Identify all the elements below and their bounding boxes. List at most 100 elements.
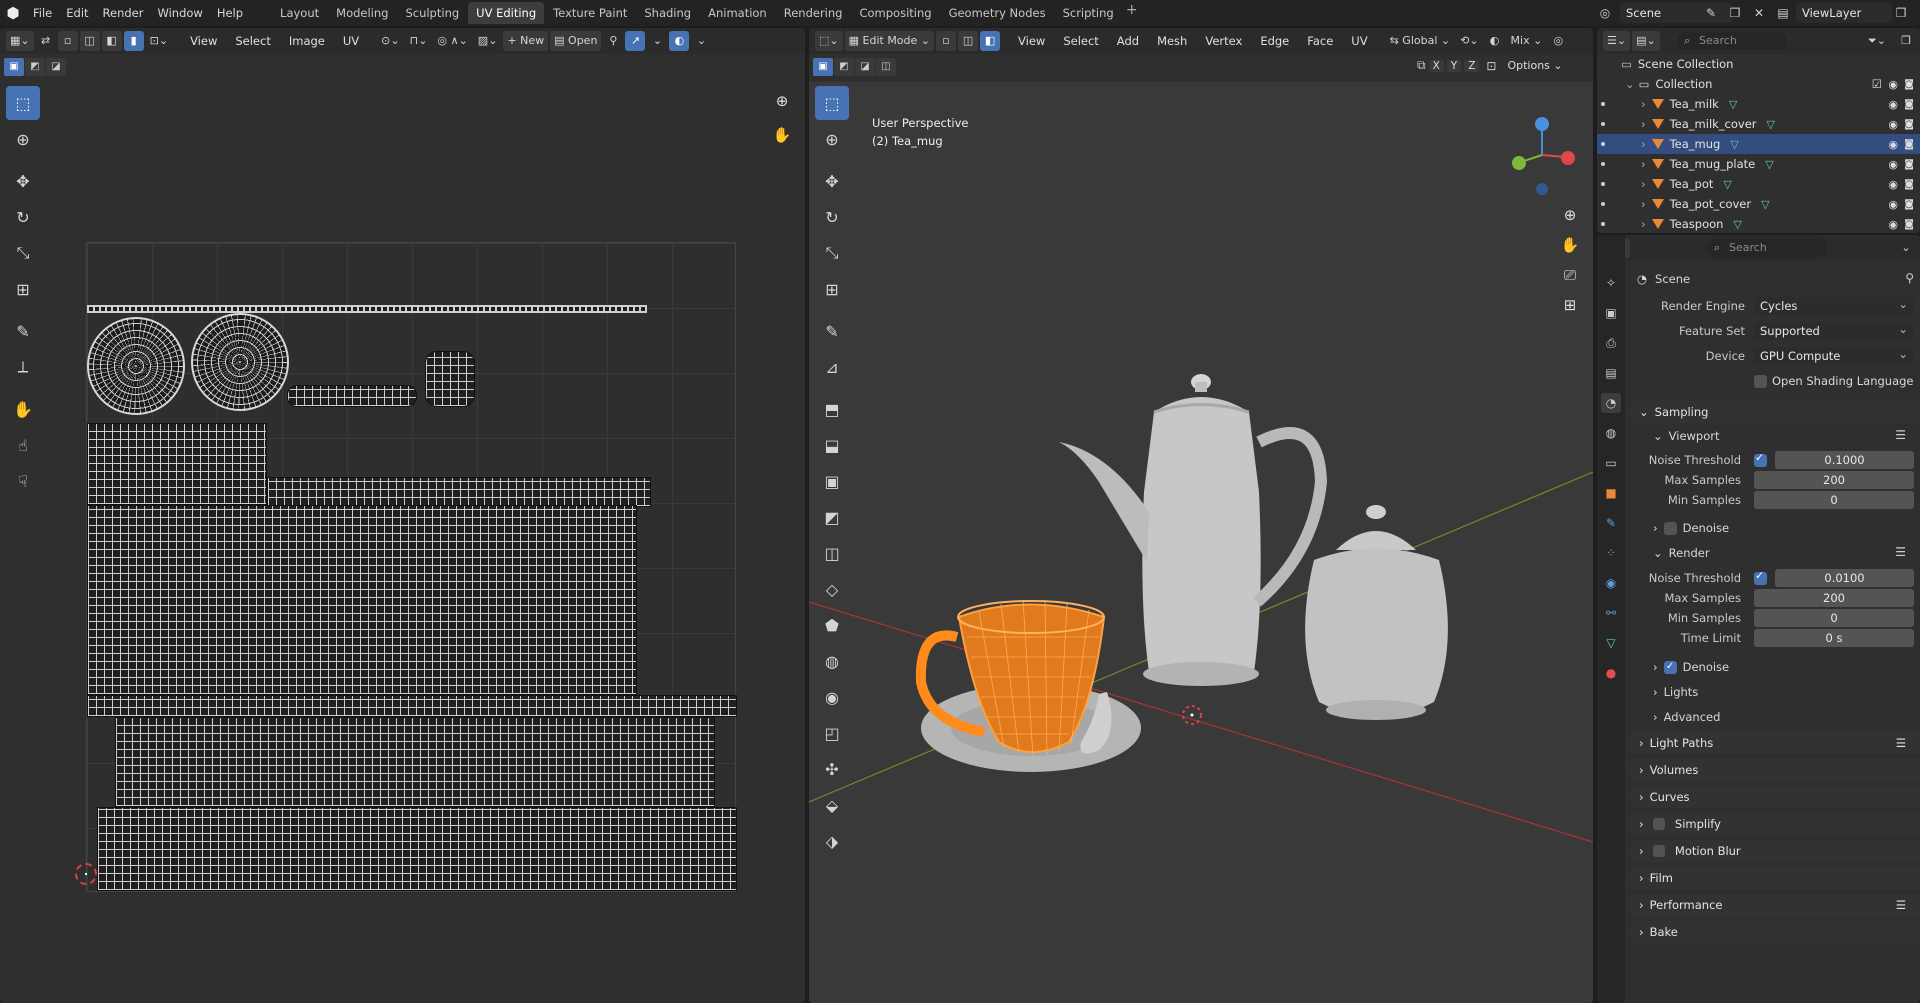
- vp-menu-add[interactable]: Add: [1109, 31, 1147, 51]
- outliner-object-row[interactable]: › Tea_milk ▽ ◉ ◙: [1597, 94, 1920, 114]
- performance-panel[interactable]: › Performance ☰: [1631, 894, 1920, 916]
- grab-tool-icon[interactable]: ✋: [6, 392, 40, 426]
- outliner-object-row[interactable]: › Tea_pot ▽ ◉ ◙: [1597, 174, 1920, 194]
- properties-search-input[interactable]: Search: [1707, 239, 1827, 257]
- uv-sync-selection-icon[interactable]: ⇄: [36, 31, 56, 51]
- extrude-tool-icon[interactable]: ⬓: [815, 428, 849, 462]
- pin-scene-icon[interactable]: ✎: [1702, 4, 1720, 22]
- viewport-max-samples-field[interactable]: 200: [1754, 471, 1914, 489]
- render-camera-icon[interactable]: ◙: [1904, 119, 1914, 130]
- outliner-search-input[interactable]: Search: [1677, 32, 1787, 50]
- tab-layout[interactable]: Layout: [272, 2, 327, 24]
- viewport-denoise-row[interactable]: › Denoise: [1653, 518, 1729, 538]
- vp-pan-icon[interactable]: ✋: [1557, 232, 1583, 258]
- tab-animation[interactable]: Animation: [700, 2, 775, 24]
- bevel-tool-icon[interactable]: ◩: [815, 500, 849, 534]
- simplify-checkbox[interactable]: [1653, 818, 1666, 830]
- object-expand-icon[interactable]: ›: [1641, 137, 1646, 151]
- snap-icon[interactable]: ⊓⌄: [406, 31, 432, 51]
- visibility-eye-icon[interactable]: ◉: [1888, 158, 1898, 171]
- select-subtract-icon[interactable]: ◪: [46, 58, 66, 76]
- vp-transform-tool-icon[interactable]: ⊞: [815, 272, 849, 306]
- viewport-min-samples-field[interactable]: 0: [1754, 491, 1914, 509]
- pivot-icon[interactable]: ⊙⌄: [377, 31, 403, 51]
- render-camera-icon[interactable]: ◙: [1904, 199, 1914, 210]
- light-paths-panel[interactable]: › Light Paths ☰: [1631, 732, 1920, 754]
- vp-measure-tool-icon[interactable]: ⊿: [815, 350, 849, 384]
- auto-merge-icon[interactable]: ⊡: [1486, 59, 1496, 73]
- collection-checkbox[interactable]: ☑: [1872, 77, 1882, 91]
- new-viewlayer-icon[interactable]: ❐: [1892, 4, 1910, 22]
- render-tab-icon[interactable]: ▣: [1601, 303, 1621, 323]
- motion-blur-checkbox[interactable]: [1653, 845, 1666, 857]
- open-image-button[interactable]: ▤ Open: [550, 31, 602, 51]
- pin-properties-icon[interactable]: ⚲: [1905, 271, 1914, 285]
- vp-menu-uv[interactable]: UV: [1343, 31, 1375, 51]
- select-mode-vertex-icon[interactable]: ▫: [57, 31, 78, 51]
- new-collection-icon[interactable]: ❐: [1896, 31, 1916, 51]
- uv-menu-uv[interactable]: UV: [335, 31, 367, 51]
- render-denoise-checkbox[interactable]: ✓: [1663, 660, 1677, 674]
- pinch-tool-icon[interactable]: ☟: [6, 464, 40, 498]
- outliner-object-row[interactable]: › Tea_pot_cover ▽ ◉ ◙: [1597, 194, 1920, 214]
- viewport-denoise-checkbox[interactable]: [1663, 521, 1677, 535]
- object-expand-icon[interactable]: ›: [1641, 97, 1646, 111]
- world-tab-icon[interactable]: ◍: [1601, 423, 1621, 443]
- vp-zoom-icon[interactable]: ⊕: [1557, 202, 1583, 228]
- vp-select-invert-icon[interactable]: ◫: [876, 58, 896, 76]
- vp-select-extend-icon[interactable]: ◩: [834, 58, 854, 76]
- vp-menu-face[interactable]: Face: [1299, 31, 1341, 51]
- editor-type-icon[interactable]: ▦⌄: [6, 31, 34, 51]
- tab-scripting[interactable]: Scripting: [1055, 2, 1122, 24]
- outliner-object-row[interactable]: › Tea_milk_cover ▽ ◉ ◙: [1597, 114, 1920, 134]
- sampling-panel-header[interactable]: ⌄ Sampling: [1631, 401, 1920, 423]
- tab-rendering[interactable]: Rendering: [776, 2, 851, 24]
- new-scene-icon[interactable]: ❐: [1726, 4, 1744, 22]
- feature-set-dropdown[interactable]: Supported: [1754, 320, 1914, 340]
- outliner-editor-type-icon[interactable]: ☰⌄: [1603, 31, 1631, 51]
- select-mode-face-icon[interactable]: ◧: [101, 31, 122, 51]
- osl-checkbox[interactable]: [1754, 375, 1767, 388]
- simplify-panel[interactable]: › Simplify: [1631, 813, 1920, 835]
- render-engine-dropdown[interactable]: Cycles: [1754, 295, 1914, 315]
- viewlayer-icon[interactable]: ▤: [1774, 4, 1792, 22]
- vertex-select-icon[interactable]: ▫: [936, 31, 957, 51]
- pan-view-icon[interactable]: ✋: [769, 122, 795, 148]
- overlay-toggle-icon[interactable]: ◐: [669, 31, 690, 51]
- axis-x-toggle[interactable]: X: [1428, 59, 1444, 72]
- render-camera-icon[interactable]: ◙: [1904, 139, 1914, 150]
- performance-presets-icon[interactable]: ☰: [1896, 894, 1906, 916]
- collection-tab-icon[interactable]: ▭: [1601, 453, 1621, 473]
- vp-ortho-icon[interactable]: ⊞: [1557, 292, 1583, 318]
- light-paths-presets-icon[interactable]: ☰: [1896, 732, 1906, 754]
- vp-select-new-icon[interactable]: ▣: [813, 58, 833, 76]
- vp-annotate-tool-icon[interactable]: ✎: [815, 314, 849, 348]
- tab-uv-editing[interactable]: UV Editing: [468, 2, 545, 24]
- uv-menu-view[interactable]: View: [182, 31, 225, 51]
- visibility-eye-icon[interactable]: ◉: [1888, 78, 1898, 91]
- film-panel[interactable]: › Film: [1631, 867, 1920, 889]
- particles-tab-icon[interactable]: ⁘: [1601, 543, 1621, 563]
- outliner-object-row[interactable]: › Tea_mug ▽ ◉ ◙: [1597, 134, 1920, 154]
- render-max-samples-field[interactable]: 200: [1754, 589, 1914, 607]
- image-browse-icon[interactable]: ▨⌄: [474, 31, 502, 51]
- object-tab-icon[interactable]: ■: [1601, 483, 1621, 503]
- loop-cut-tool-icon[interactable]: ◫: [815, 536, 849, 570]
- menu-help[interactable]: Help: [210, 2, 250, 24]
- vp-scale-tool-icon[interactable]: ⤡: [815, 236, 849, 270]
- poly-build-tool-icon[interactable]: ⬟: [815, 608, 849, 642]
- collection-expand-icon[interactable]: ⌄: [1625, 77, 1635, 91]
- blender-logo-icon[interactable]: ⬢: [0, 0, 26, 26]
- spin-tool-icon[interactable]: ◍: [815, 644, 849, 678]
- lights-subpanel[interactable]: › Lights: [1653, 682, 1698, 702]
- axis-y-toggle[interactable]: Y: [1446, 59, 1462, 72]
- viewport-presets-icon[interactable]: ☰: [1895, 428, 1906, 442]
- rip-region-tool-icon[interactable]: ⬗: [815, 824, 849, 858]
- delete-scene-icon[interactable]: ✕: [1750, 4, 1768, 22]
- annotate-tool-icon[interactable]: ✎: [6, 314, 40, 348]
- outliner-object-row[interactable]: › Tea_mug_plate ▽ ◉ ◙: [1597, 154, 1920, 174]
- mode-dropdown[interactable]: ▦ Edit Mode ⌄: [844, 31, 935, 51]
- new-image-button[interactable]: + New: [503, 31, 549, 51]
- outliner-object-row[interactable]: › Teaspoon ▽ ◉ ◙: [1597, 214, 1920, 233]
- vp-menu-edge[interactable]: Edge: [1252, 31, 1297, 51]
